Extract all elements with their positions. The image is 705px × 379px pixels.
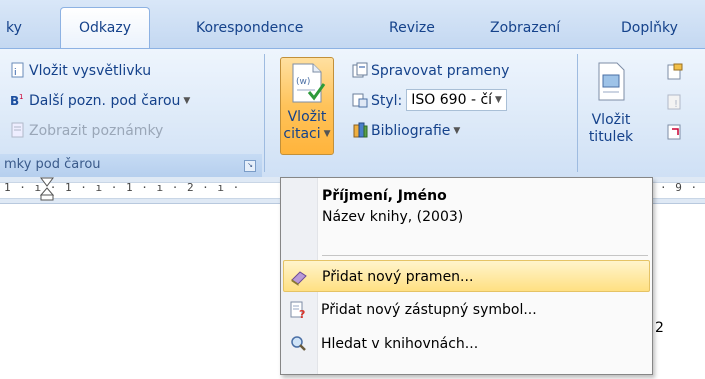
insert-citation-label-2-text: citaci [283, 126, 321, 142]
source-list-item[interactable]: Příjmení, Jméno Název knihy, (2003) [322, 186, 642, 228]
chevron-down-icon: ▼ [453, 126, 461, 136]
group-separator [264, 54, 265, 172]
chevron-down-icon: ▼ [323, 129, 331, 139]
indent-marker-icon[interactable] [40, 177, 54, 201]
insert-endnote-button[interactable]: i Vložit vysvětlivku [10, 59, 151, 83]
group-separator [577, 54, 578, 172]
insert-citation-label-2: citaci ▼ [281, 126, 333, 143]
add-placeholder-item[interactable]: ? Přidat nový zástupný symbol... [283, 294, 650, 326]
svg-text:i: i [14, 68, 17, 78]
chevron-down-icon: ▼ [183, 96, 191, 106]
bibliography-button[interactable]: Bibliografie ▼ [352, 119, 460, 143]
insert-caption-label-2: titulek [588, 129, 634, 145]
source-title: Název knihy, (2003) [322, 209, 464, 225]
add-source-label: Přidat nový pramen... [322, 269, 474, 285]
show-notes-label: Zobrazit poznámky [29, 123, 164, 139]
citations-group: (w) Vložit citaci ▼ Spravovat prameny Sty… [268, 49, 574, 177]
endnote-icon: i [11, 62, 24, 78]
insert-citation-icon: (w) [292, 63, 326, 103]
next-footnote-button[interactable]: B 1 Další pozn. pod čarou ▼ [10, 89, 190, 113]
next-footnote-label: Další pozn. pod čarou [29, 93, 181, 109]
svg-text:B: B [10, 94, 19, 108]
insert-citation-menu: Příjmení, Jméno Název knihy, (2003) Přid… [280, 177, 653, 375]
dialog-launcher-icon[interactable]: ↘ [244, 160, 256, 172]
insert-caption-button[interactable]: Vložit titulek [582, 57, 640, 155]
search-libraries-item[interactable]: Hledat v knihovnách... [283, 328, 650, 360]
chevron-down-icon: ▼ [495, 95, 502, 105]
tab-references[interactable]: Odkazy [60, 7, 150, 49]
tab-layout-partial[interactable]: ky [6, 10, 22, 48]
manage-sources-icon [352, 62, 368, 78]
tab-addins[interactable]: Doplňky [621, 10, 678, 48]
captions-group: Vložit titulek ! [580, 49, 705, 177]
ribbon-tab-bar: ky Odkazy Korespondence Revize Zobrazení… [0, 0, 705, 49]
footnotes-group: i Vložit vysvětlivku B 1 Další pozn. pod… [0, 49, 262, 177]
tab-view[interactable]: Zobrazení [490, 10, 560, 48]
search-libraries-label: Hledat v knihovnách... [321, 336, 479, 352]
manage-sources-button[interactable]: Spravovat prameny [352, 59, 509, 83]
style-combo[interactable]: ISO 690 - čí ▼ [406, 89, 507, 111]
ribbon: i Vložit vysvětlivku B 1 Další pozn. pod… [0, 48, 705, 178]
ruler-right-ticks: · 9 · [660, 181, 699, 194]
source-author: Příjmení, Jméno [322, 188, 447, 204]
menu-separator [322, 255, 648, 256]
bibliography-label: Bibliografie [371, 123, 451, 139]
tab-mailings[interactable]: Korespondence [196, 10, 303, 48]
insert-table-of-figures-icon[interactable] [666, 63, 684, 81]
footnotes-group-label: mky pod čarou ↘ [0, 154, 262, 177]
search-libraries-icon [291, 336, 306, 351]
show-notes-button[interactable]: Zobrazit poznámky [10, 119, 163, 143]
footnotes-group-title: mky pod čarou [4, 157, 101, 172]
bibliography-icon [353, 122, 368, 138]
add-new-source-item[interactable]: Přidat nový pramen... [283, 260, 650, 292]
svg-text:1: 1 [19, 93, 23, 101]
tab-review[interactable]: Revize [389, 10, 435, 48]
citation-style-control[interactable]: Styl: ISO 690 - čí ▼ [352, 89, 507, 113]
add-placeholder-icon: ? [290, 301, 305, 319]
svg-text:(w): (w) [296, 77, 310, 87]
style-label: Styl: [371, 93, 403, 109]
insert-caption-icon [598, 62, 625, 101]
insert-endnote-label: Vložit vysvětlivku [29, 63, 152, 79]
cross-reference-icon[interactable] [666, 123, 684, 141]
document-text-fragment: 2 [655, 320, 664, 336]
svg-text:!: ! [674, 99, 678, 110]
add-source-icon [291, 271, 307, 286]
next-footnote-icon: B 1 [10, 93, 23, 108]
show-notes-icon [11, 122, 24, 138]
style-combo-value: ISO 690 - čí [411, 92, 493, 108]
manage-sources-label: Spravovat prameny [371, 63, 510, 79]
svg-text:?: ? [299, 308, 305, 319]
insert-citation-label-1: Vložit [287, 109, 327, 125]
insert-caption-label-1: Vložit [591, 112, 631, 128]
update-table-icon[interactable]: ! [666, 93, 684, 111]
add-placeholder-label: Přidat nový zástupný symbol... [321, 302, 537, 318]
style-icon [352, 93, 368, 108]
insert-citation-button[interactable]: (w) Vložit citaci ▼ [280, 57, 334, 155]
